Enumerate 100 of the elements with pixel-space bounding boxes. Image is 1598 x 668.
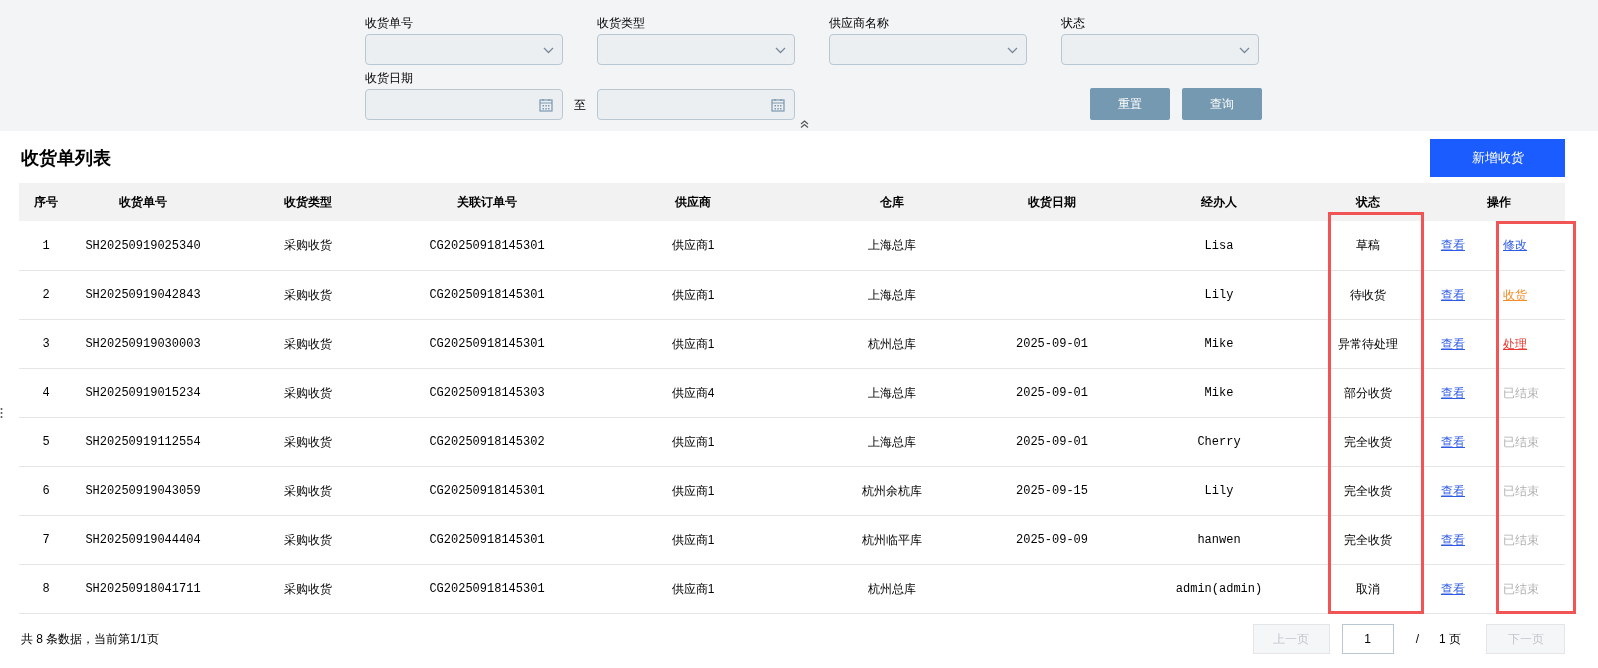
closed-status: 已结束 xyxy=(1503,580,1539,598)
table-cell: Lisa xyxy=(1204,238,1234,253)
date-field[interactable] xyxy=(365,89,563,120)
view-link[interactable]: 查看 xyxy=(1441,236,1465,255)
table-cell: 上海总库 xyxy=(868,238,916,253)
filter-label: 收货单号 xyxy=(365,15,414,30)
table-cell: 待收货 xyxy=(1350,287,1386,302)
column-header: 关联订单号 xyxy=(403,183,571,221)
table-cell: 供应商1 xyxy=(671,287,715,302)
table-cell: 采购收货 xyxy=(284,434,332,449)
table-cell: 完全收货 xyxy=(1344,532,1392,547)
chevron-down-icon xyxy=(1239,47,1250,54)
table-cell: Lily xyxy=(1204,484,1234,498)
table-cell: 杭州临平库 xyxy=(862,532,922,547)
table-cell: 供应商1 xyxy=(671,336,715,351)
filter-label: 收货日期 xyxy=(365,70,413,85)
chevron-down-icon xyxy=(543,47,554,54)
chevron-down-icon xyxy=(775,47,786,54)
table-cell: 草稿 xyxy=(1356,238,1380,253)
table-cell: 供应商4 xyxy=(671,385,715,400)
date-field[interactable] xyxy=(597,89,795,120)
table-cell: 2025-09-01 xyxy=(1016,337,1088,351)
table-cell: SH20250919025340 xyxy=(85,238,201,253)
table-cell: CG20250918145301 xyxy=(429,582,545,596)
column-header: 收货日期 xyxy=(969,183,1135,221)
table-cell: 采购收货 xyxy=(284,483,332,498)
total-pages: 1 页 xyxy=(1439,630,1461,648)
table-cell: 杭州余杭库 xyxy=(862,483,922,498)
column-header: 收货单号 xyxy=(73,183,213,221)
select-field[interactable] xyxy=(1061,34,1259,65)
table-cell: 异常待处理 xyxy=(1338,336,1398,351)
table-cell: 6 xyxy=(42,484,50,498)
table-cell: 供应商1 xyxy=(671,434,715,449)
table-cell: 上海总库 xyxy=(868,385,916,400)
table-cell: 上海总库 xyxy=(868,434,916,449)
column-header: 序号 xyxy=(19,183,73,221)
table-cell: CG20250918145301 xyxy=(429,288,545,302)
closed-status: 已结束 xyxy=(1503,384,1539,402)
table-cell: CG20250918145302 xyxy=(429,435,545,449)
table-cell: CG20250918145301 xyxy=(429,337,545,351)
table-cell: 上海总库 xyxy=(868,287,916,302)
chevron-down-icon xyxy=(1007,47,1018,54)
table-cell: SH20250919042843 xyxy=(85,288,201,302)
table-cell: CG20250918145301 xyxy=(429,533,545,547)
drag-handle-icon xyxy=(0,407,3,419)
view-link[interactable]: 查看 xyxy=(1441,334,1465,353)
action-link[interactable]: 处理 xyxy=(1503,334,1527,353)
table-cell: Lily xyxy=(1204,288,1234,302)
view-link[interactable]: 查看 xyxy=(1441,530,1465,549)
table-cell: Mike xyxy=(1204,386,1234,400)
table-cell: 杭州总库 xyxy=(868,336,916,351)
table-cell: 3 xyxy=(42,337,50,351)
calendar-icon xyxy=(539,98,553,112)
list-title: 收货单列表 xyxy=(20,146,111,170)
select-field[interactable] xyxy=(829,34,1027,65)
table-cell: CG20250918145303 xyxy=(429,386,545,400)
collapse-icon[interactable] xyxy=(800,120,809,128)
filter-label: 状态 xyxy=(1061,15,1086,30)
view-link[interactable]: 查看 xyxy=(1441,383,1465,402)
column-header: 状态 xyxy=(1303,183,1433,221)
record-summary: 共 8 条数据，当前第1/1页 xyxy=(20,630,160,648)
table-cell: 采购收货 xyxy=(284,336,332,351)
view-link[interactable]: 查看 xyxy=(1441,481,1465,500)
table-cell: 5 xyxy=(42,435,50,449)
action-link[interactable]: 修改 xyxy=(1503,236,1527,255)
closed-status: 已结束 xyxy=(1503,531,1539,549)
view-link[interactable]: 查看 xyxy=(1441,432,1465,451)
table-cell: 完全收货 xyxy=(1344,483,1392,498)
table-cell: 供应商1 xyxy=(671,483,715,498)
table-cell: 供应商1 xyxy=(671,238,715,253)
table-cell: 部分收货 xyxy=(1344,385,1392,400)
view-link[interactable]: 查看 xyxy=(1441,285,1465,304)
table-cell: 1 xyxy=(42,238,50,253)
closed-status: 已结束 xyxy=(1503,482,1539,500)
table-cell: 2 xyxy=(42,288,50,302)
table-cell: 8 xyxy=(42,582,50,596)
table-cell: hanwen xyxy=(1197,533,1241,547)
closed-status: 已结束 xyxy=(1503,433,1539,451)
table-cell: 2025-09-01 xyxy=(1016,435,1088,449)
table-cell: 完全收货 xyxy=(1344,434,1392,449)
table-cell: SH20250919043059 xyxy=(85,484,201,498)
table-cell: SH20250919030003 xyxy=(85,337,201,351)
page-input[interactable]: 1 xyxy=(1341,623,1394,654)
table-cell: CG20250918145301 xyxy=(429,484,545,498)
table-cell: 7 xyxy=(42,533,50,547)
table-cell: CG20250918145301 xyxy=(429,238,545,253)
page-separator: / xyxy=(1415,630,1419,648)
table-cell: 2025-09-01 xyxy=(1016,386,1088,400)
table-cell: 取消 xyxy=(1356,581,1380,596)
select-field[interactable] xyxy=(365,34,563,65)
table-cell: SH20250919112554 xyxy=(85,435,201,449)
table-cell: 采购收货 xyxy=(284,385,332,400)
view-link[interactable]: 查看 xyxy=(1441,579,1465,598)
select-field[interactable] xyxy=(597,34,795,65)
table-cell: 4 xyxy=(42,386,50,400)
column-header: 供应商 xyxy=(571,183,815,221)
column-header: 收货类型 xyxy=(213,183,403,221)
table-cell: 供应商1 xyxy=(671,581,715,596)
add-receipt-button[interactable]: 新增收货 xyxy=(1430,139,1565,177)
table-cell: 2025-09-15 xyxy=(1016,484,1088,498)
